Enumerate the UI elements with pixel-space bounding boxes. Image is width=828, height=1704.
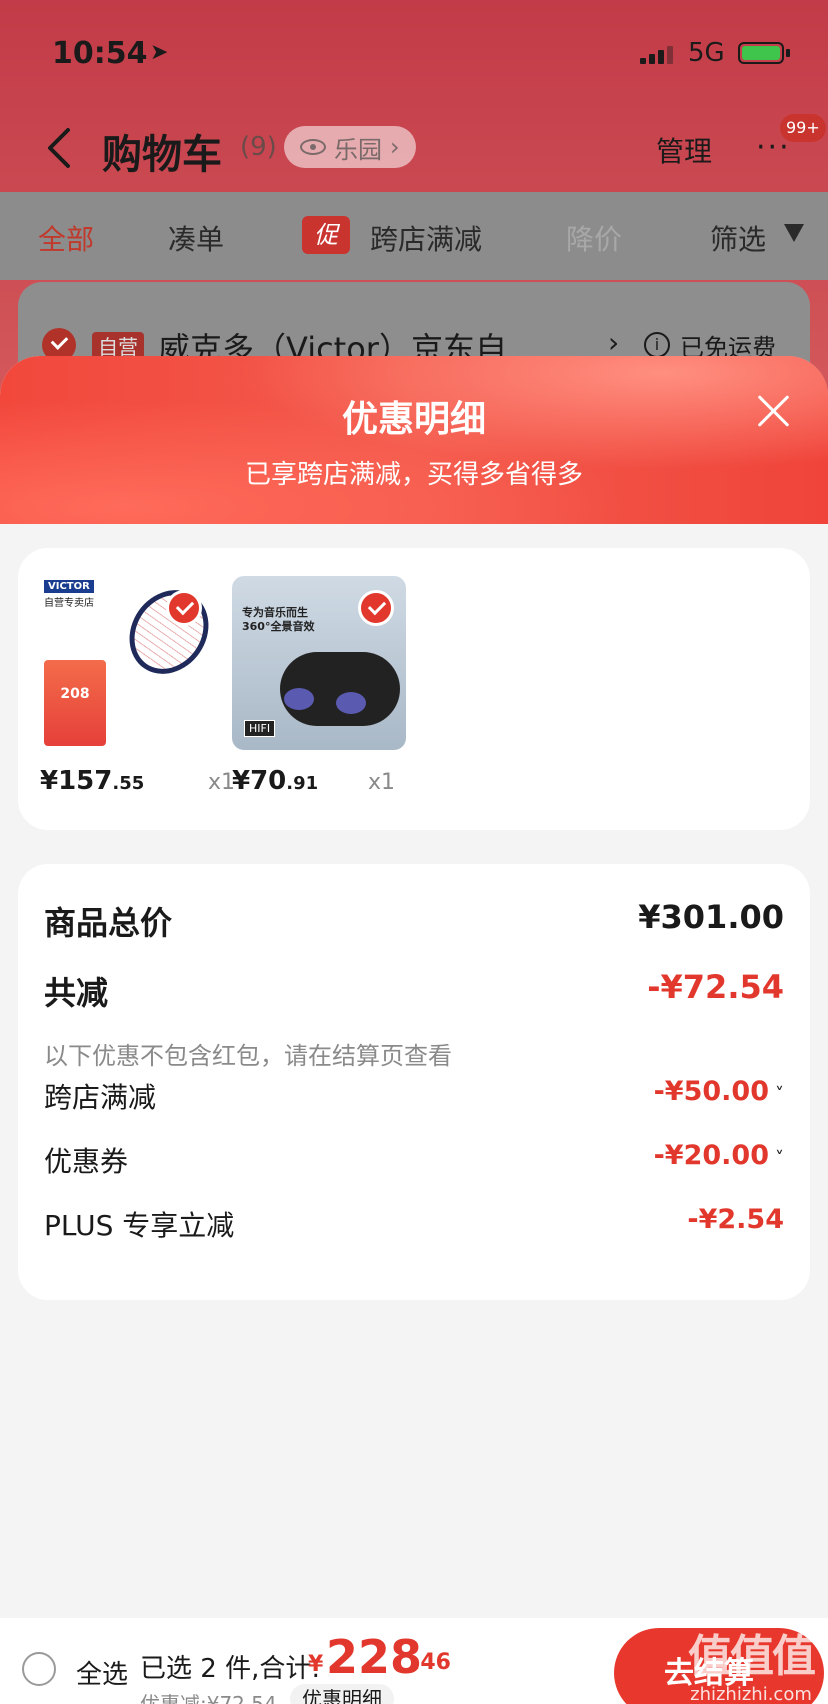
brand-logo: VICTOR <box>44 580 94 593</box>
goods-total-label: 商品总价 <box>44 904 173 942</box>
discount-detail-sheet: 优惠明细 已享跨店满减，买得多省得多 VICTOR 自营专卖店 208 ¥157… <box>0 356 828 1704</box>
page-title: 购物车 <box>102 132 222 178</box>
signal-icon <box>640 44 674 64</box>
tab-cross-store[interactable]: 跨店满减 <box>370 218 482 258</box>
product-item[interactable]: VICTOR 自营专卖店 208 ¥157.55 x1 <box>40 576 235 796</box>
close-icon[interactable] <box>756 392 792 428</box>
products-card: VICTOR 自营专卖店 208 ¥157.55 x1 专为音乐而生 360°全… <box>18 548 810 830</box>
product-price: ¥157.55 <box>40 766 145 796</box>
product-quantity: x1 <box>368 770 396 795</box>
sheet-header: 优惠明细 已享跨店满减，买得多省得多 <box>0 356 828 524</box>
select-all-radio[interactable] <box>22 1652 56 1686</box>
manage-button[interactable]: 管理 <box>656 130 712 170</box>
chevron-right-icon: › <box>608 326 620 359</box>
chevron-down-icon: ˅ <box>775 1148 784 1169</box>
info-icon[interactable]: i <box>644 332 670 358</box>
image-caption: 360°全景音效 <box>242 620 315 633</box>
network-type: 5G <box>688 38 725 68</box>
sheet-title: 优惠明细 <box>341 399 486 440</box>
nav-bar: 购物车 (9) 乐园 › 管理 ··· 99+ <box>0 110 828 190</box>
tab-all[interactable]: 全部 <box>38 218 94 258</box>
watermark: 值值值 zhizhizhi.com <box>676 1620 826 1704</box>
sheet-subtitle: 已享跨店满减，买得多省得多 <box>244 460 583 490</box>
filter-tabs: 全部 凑单 促 跨店满减 降价 筛选 <box>0 192 828 280</box>
tab-filter[interactable]: 筛选 <box>710 218 766 258</box>
total-integer: 228 <box>326 1630 423 1684</box>
selected-check-icon <box>166 590 202 626</box>
status-bar: 10:54 ➤ 5G <box>0 0 828 100</box>
store-label: 自营专卖店 <box>44 598 94 609</box>
selected-check-icon <box>358 590 394 626</box>
battery-cap <box>786 49 790 57</box>
total-decimal: .46 <box>412 1650 451 1675</box>
product-price: ¥70.91 <box>232 766 319 796</box>
status-time: 10:54 <box>52 36 148 71</box>
price-summary-card: 商品总价 ¥301.00 共减 -¥72.54 以下优惠不包含红包，请在结算页查… <box>18 864 810 1300</box>
cart-count: (9) <box>240 132 277 162</box>
tab-price-drop[interactable]: 降价 <box>566 218 622 258</box>
back-arrow-icon[interactable] <box>44 126 74 170</box>
discount-note: 以下优惠不包含红包，请在结算页查看 <box>44 1042 452 1070</box>
racket-head <box>113 576 214 690</box>
product-image-racket: VICTOR 自营专卖店 208 <box>40 576 214 750</box>
promo-tag: 促 <box>302 216 350 254</box>
coupon-value[interactable]: -¥20.00 ˅ <box>654 1140 784 1171</box>
paradise-label: 乐园 <box>334 135 382 164</box>
filter-icon[interactable] <box>784 224 804 242</box>
goods-total-value: ¥301.00 <box>638 898 784 936</box>
tab-bundle[interactable]: 凑单 <box>168 218 224 258</box>
watermark-site: zhizhizhi.com <box>690 1684 812 1704</box>
product-item[interactable]: 专为音乐而生 360°全景音效 HIFI ¥70.91 x1 <box>232 576 412 796</box>
eye-icon <box>300 139 326 155</box>
reduction-value: -¥72.54 <box>647 968 784 1006</box>
chevron-right-icon: › <box>390 133 400 161</box>
product-quantity: x1 <box>208 770 236 795</box>
plus-label: PLUS 专享立减 <box>44 1209 235 1242</box>
hifi-badge: HIFI <box>244 720 276 737</box>
total-currency: ¥ <box>308 1652 324 1677</box>
select-all-label[interactable]: 全选 <box>76 1654 128 1691</box>
product-image-earbuds: 专为音乐而生 360°全景音效 HIFI <box>232 576 406 750</box>
watermark-logo: 值值值 <box>688 1631 816 1682</box>
coupon-label: 优惠券 <box>44 1145 129 1178</box>
discount-detail-button[interactable]: 优惠明细 <box>290 1684 394 1704</box>
battery-icon <box>738 42 784 64</box>
selected-count-label: 已选 2 件,合计: <box>140 1654 321 1684</box>
plus-value: -¥2.54 <box>687 1204 784 1235</box>
earbud-right <box>336 692 366 714</box>
location-arrow-icon: ➤ <box>150 40 169 65</box>
cross-store-label: 跨店满减 <box>44 1081 157 1114</box>
promo-banner <box>44 660 106 746</box>
promo-price: 208 <box>60 686 90 702</box>
reduction-label: 共减 <box>44 974 109 1012</box>
chevron-down-icon: ˅ <box>775 1084 784 1105</box>
message-badge: 99+ <box>780 114 826 142</box>
paradise-button[interactable]: 乐园 › <box>284 126 416 168</box>
discount-amount: 优惠减:¥72.54 <box>140 1692 277 1704</box>
cross-store-value[interactable]: -¥50.00 ˅ <box>654 1076 784 1107</box>
earbud-left <box>284 688 314 710</box>
